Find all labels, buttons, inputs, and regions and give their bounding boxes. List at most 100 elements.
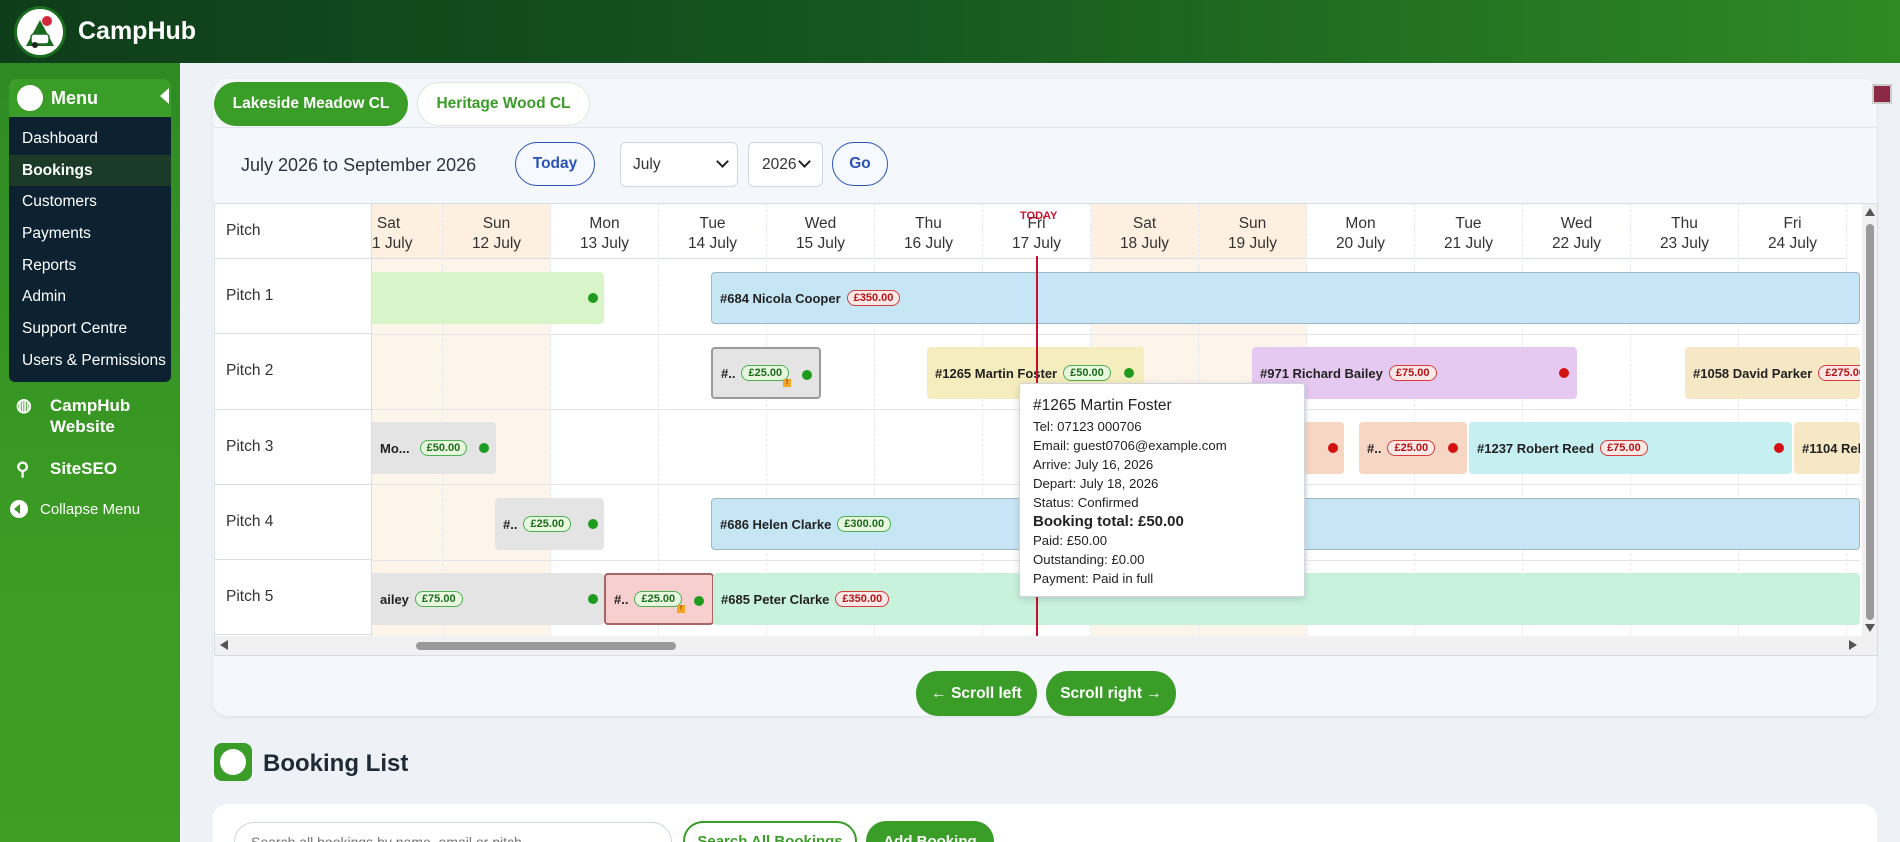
booking-label: ailey <box>380 591 409 607</box>
day-name: Tue <box>1455 215 1482 232</box>
scrollbar-thumb[interactable] <box>1866 224 1874 620</box>
booking-bar[interactable]: #.. £25.00 <box>495 498 604 550</box>
year-select-value: 2026 <box>762 155 797 173</box>
tooltip-tel: Tel: 07123 000706 <box>1033 419 1142 434</box>
scroll-down-icon[interactable] <box>1865 624 1875 632</box>
sidebar-item-customers[interactable]: Customers <box>9 186 171 218</box>
user-greeting[interactable]: Hi, David Holland <box>1750 87 1858 103</box>
horizontal-scrollbar[interactable] <box>215 636 1877 655</box>
day-date: 13 July <box>579 235 630 252</box>
day-name: Tue <box>699 215 726 232</box>
booking-bar[interactable]: #.. £25.00 ! <box>711 347 821 399</box>
day-name: Fri <box>1783 215 1802 232</box>
booking-amount-badge: £50.00 <box>1063 365 1111 381</box>
tooltip-depart: Depart: July 18, 2026 <box>1033 476 1159 491</box>
day-name: Mon <box>1345 215 1376 232</box>
sidebar-item-admin[interactable]: Admin <box>9 281 171 313</box>
sidebar-item-payments[interactable]: Payments <box>9 218 171 250</box>
sidebar-item-support-centre[interactable]: Support Centre <box>9 313 171 345</box>
add-booking-button[interactable]: Add Booking <box>866 821 994 842</box>
sidebar-menu: Menu Dashboard Bookings Customers Paymen… <box>9 79 171 382</box>
month-select[interactable]: July <box>620 142 738 187</box>
calendar-range-title: July 2026 to September 2026 <box>241 155 477 175</box>
booking-search-input[interactable] <box>234 822 672 842</box>
booking-amount-badge: £25.00 <box>741 365 790 381</box>
booking-label: #1058 David Parker <box>1693 365 1813 381</box>
scroll-left-icon[interactable] <box>220 640 228 650</box>
booking-label: #.. <box>503 516 518 532</box>
status-dot-icon <box>588 519 598 529</box>
collapse-menu-button[interactable]: Collapse Menu <box>10 500 140 518</box>
vertical-scrollbar[interactable] <box>1862 204 1877 636</box>
booking-amount-badge: £75.00 <box>1600 440 1648 456</box>
app-title[interactable]: CampHub <box>78 17 196 46</box>
day-column: Tue 14 July <box>659 204 767 636</box>
booking-label: #684 Nicola Cooper <box>720 290 841 306</box>
globe-icon: ◍ <box>16 395 32 415</box>
scrollbar-thumb[interactable] <box>416 642 676 650</box>
scroll-right-button[interactable]: Scroll right → <box>1046 671 1176 716</box>
status-dot-icon <box>588 293 598 303</box>
booking-label: #1237 Robert Reed <box>1477 440 1595 456</box>
booking-label: #.. <box>1367 440 1382 456</box>
search-all-bookings-button[interactable]: Search All Bookings <box>683 821 857 842</box>
avatar[interactable] <box>1872 84 1892 104</box>
day-name: Sun <box>482 215 511 232</box>
tooltip-total: Booking total: £50.00 <box>1033 513 1184 530</box>
today-button[interactable]: Today <box>515 142 595 186</box>
camphub-logo-icon[interactable] <box>14 6 66 58</box>
sidebar-link-label: CampHub Website <box>50 396 131 436</box>
chevron-down-icon <box>798 155 811 168</box>
tab-lakeside-meadow[interactable]: Lakeside Meadow CL <box>214 82 408 126</box>
status-dot-icon <box>1124 368 1134 378</box>
booking-bar[interactable]: #.. £25.00 <box>1359 422 1467 474</box>
sidebar-link-label: SiteSEO <box>50 459 118 478</box>
booking-bar[interactable] <box>372 272 604 324</box>
sidebar-link-siteseo[interactable]: ⚲ SiteSEO <box>16 459 117 480</box>
day-date: 18 July <box>1119 235 1170 252</box>
booking-bar[interactable]: #.. £25.00 ! <box>604 573 714 625</box>
booking-bar[interactable]: ailey £75.00 <box>372 573 604 625</box>
day-name: Wed <box>804 215 837 232</box>
status-dot-icon <box>588 594 598 604</box>
day-name: Wed <box>1560 215 1593 232</box>
tooltip-outstanding: Outstanding: £0.00 <box>1033 552 1145 567</box>
scroll-up-icon[interactable] <box>1865 208 1875 216</box>
sidebar-item-users-permissions[interactable]: Users & Permissions <box>9 345 171 377</box>
pitch-row-label: Pitch 2 <box>215 334 371 410</box>
tab-heritage-wood[interactable]: Heritage Wood CL <box>417 82 590 126</box>
sidebar-item-reports[interactable]: Reports <box>9 250 171 282</box>
day-column: Wed 15 July <box>767 204 875 636</box>
scroll-right-icon[interactable] <box>1849 640 1857 650</box>
booking-bar[interactable]: #1104 Reb <box>1794 422 1860 474</box>
chevron-down-icon <box>716 155 729 168</box>
scroll-left-button[interactable]: ← Scroll left <box>916 671 1037 716</box>
go-button[interactable]: Go <box>832 142 888 186</box>
day-date: 12 July <box>471 235 522 252</box>
booking-bar[interactable]: Mo... £50.00 <box>372 422 496 474</box>
day-date: 14 July <box>687 235 738 252</box>
sidebar-item-dashboard[interactable]: Dashboard <box>9 123 171 155</box>
booking-label: #685 Peter Clarke <box>721 591 830 607</box>
status-dot-icon <box>1328 443 1338 453</box>
booking-amount-badge: £75.00 <box>414 591 463 607</box>
booking-bar[interactable]: #684 Nicola Cooper £350.00 <box>711 272 1860 324</box>
booking-amount-badge: £50.00 <box>419 440 468 456</box>
sidebar-item-bookings[interactable]: Bookings <box>9 154 171 187</box>
month-select-value: July <box>633 155 661 173</box>
day-date: 21 July <box>1443 235 1494 252</box>
year-select[interactable]: 2026 <box>748 142 823 187</box>
collapse-caret-icon[interactable] <box>160 88 169 104</box>
booking-amount-badge: £350.00 <box>846 290 901 306</box>
pitch-row-label: Pitch 5 <box>215 560 371 636</box>
sidebar-link-camphub-website[interactable]: ◍ CampHub Website <box>16 395 160 437</box>
pitch-row-label: Pitch 1 <box>215 259 371 335</box>
tooltip-payment: Payment: Paid in full <box>1033 571 1154 586</box>
booking-label: #686 Helen Clarke <box>720 516 832 532</box>
booking-amount-badge: £300.00 <box>837 516 892 532</box>
booking-bar[interactable]: #1058 David Parker £275.00 <box>1685 347 1860 399</box>
menu-header[interactable]: Menu <box>9 79 171 117</box>
booking-bar[interactable]: #1237 Robert Reed £75.00 <box>1469 422 1792 474</box>
day-column: Sat 11 July <box>372 204 443 636</box>
day-date: 20 July <box>1335 235 1386 252</box>
